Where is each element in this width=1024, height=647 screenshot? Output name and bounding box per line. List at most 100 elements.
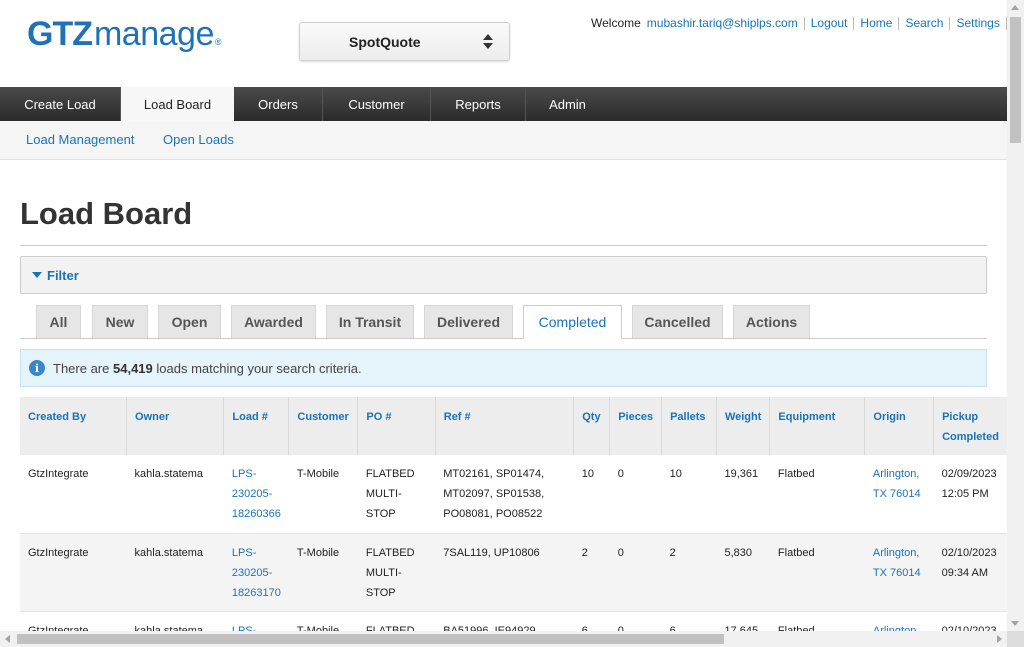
status-tab-in-transit[interactable]: In Transit xyxy=(326,305,414,338)
search-link[interactable]: Search xyxy=(905,16,943,30)
cell-pallets: 2 xyxy=(661,533,717,612)
scroll-right-arrow-icon[interactable] xyxy=(997,635,1002,643)
cell-po: FLATBED MULTI-STOP xyxy=(357,455,436,534)
column-header-owner[interactable]: Owner xyxy=(126,397,224,455)
cell-equipment: Flatbed xyxy=(769,611,865,631)
scrollbar-corner xyxy=(1007,631,1024,647)
loads-table: Created By Owner Load # Customer PO # Re… xyxy=(20,397,1007,631)
load-number-link[interactable]: LPS- xyxy=(223,611,289,631)
info-suffix: loads matching your search criteria. xyxy=(156,360,362,376)
column-header-equipment[interactable]: Equipment xyxy=(769,397,865,455)
status-tab-awarded[interactable]: Awarded xyxy=(231,305,316,338)
cell-owner: kahla.statema xyxy=(126,611,224,631)
cell-pickup-completed: 02/10/2023 xyxy=(933,611,1007,631)
info-icon: i xyxy=(29,360,45,376)
subnav-load-management[interactable]: Load Management xyxy=(26,132,134,147)
info-prefix: There are xyxy=(53,360,110,376)
cell-pieces: 0 xyxy=(609,611,662,631)
cell-owner: kahla.statema xyxy=(126,455,224,534)
status-tab-new[interactable]: New xyxy=(92,305,148,338)
cell-ref: MT02161, SP01474, MT02097, SP01538, PO08… xyxy=(435,455,574,534)
vertical-scrollbar[interactable] xyxy=(1007,0,1024,631)
column-header-weight[interactable]: Weight xyxy=(715,397,770,455)
nav-tab-load-board[interactable]: Load Board xyxy=(121,87,234,121)
logo-light-text: manage xyxy=(93,15,214,53)
top-links: Welcome mubashir.tariq@shiplps.com Logou… xyxy=(591,16,1007,30)
gtz-manage-logo[interactable]: GTZ manage ® xyxy=(27,15,222,55)
column-header-load[interactable]: Load # xyxy=(223,397,289,455)
app-selector-dropdown[interactable]: SpotQuote xyxy=(299,22,510,61)
app-selector-value: SpotQuote xyxy=(349,33,421,50)
filter-label: Filter xyxy=(47,267,79,283)
table-row[interactable]: GtzIntegrate kahla.statema LPS-230205-18… xyxy=(20,533,1007,612)
page-title: Load Board xyxy=(20,196,193,231)
column-header-pieces[interactable]: Pieces xyxy=(609,397,662,455)
column-header-customer[interactable]: Customer xyxy=(288,397,358,455)
status-tab-open[interactable]: Open xyxy=(158,305,221,338)
result-count: 54,419 xyxy=(113,360,153,376)
home-link[interactable]: Home xyxy=(860,16,892,30)
up-down-arrows-icon xyxy=(483,34,493,50)
settings-link[interactable]: Settings xyxy=(956,16,999,30)
column-header-qty[interactable]: Qty xyxy=(573,397,610,455)
horizontal-scrollbar[interactable] xyxy=(0,631,1007,647)
nav-tab-reports[interactable]: Reports xyxy=(431,87,526,121)
load-number-link[interactable]: LPS-230205-18263170 xyxy=(223,533,289,612)
divider xyxy=(898,16,900,30)
origin-link[interactable]: Arlington, TX 76014 xyxy=(864,455,934,534)
cell-pallets: 6 xyxy=(661,611,717,631)
cell-weight: 19,361 xyxy=(716,455,770,534)
scroll-left-arrow-icon[interactable] xyxy=(5,635,10,643)
logout-link[interactable]: Logout xyxy=(811,16,848,30)
cell-weight: 5,830 xyxy=(716,533,770,612)
divider xyxy=(853,16,855,30)
cell-po: FLATBED xyxy=(357,611,436,631)
cell-equipment: Flatbed xyxy=(769,455,865,534)
origin-link[interactable]: Arlington, TX 76014 xyxy=(864,533,934,612)
user-email-link[interactable]: mubashir.tariq@shiplps.com xyxy=(647,16,798,30)
cell-ref: 7SAL119, UP10806 xyxy=(435,533,574,612)
cell-pieces: 0 xyxy=(609,455,662,534)
cell-qty: 2 xyxy=(573,533,610,612)
cell-created-by: GtzIntegrate xyxy=(20,533,127,612)
table-row[interactable]: GtzIntegrate kahla.statema LPS- T-Mobile… xyxy=(20,611,1007,631)
cell-customer: T-Mobile xyxy=(288,533,358,612)
origin-link[interactable]: Arlington, xyxy=(864,611,934,631)
nav-tab-orders[interactable]: Orders xyxy=(234,87,323,121)
cell-ref: BA51996, IE94929 xyxy=(435,611,574,631)
scroll-up-arrow-icon[interactable] xyxy=(1011,5,1019,10)
column-header-origin[interactable]: Origin xyxy=(864,397,934,455)
results-info-banner: i There are 54,419 loads matching your s… xyxy=(20,349,987,387)
cell-pieces: 0 xyxy=(609,533,662,612)
status-tab-all[interactable]: All xyxy=(36,305,81,338)
cell-qty: 10 xyxy=(573,455,610,534)
cell-po: FLATBED MULTI-STOP xyxy=(357,533,436,612)
vertical-scroll-thumb[interactable] xyxy=(1010,17,1021,143)
table-row[interactable]: GtzIntegrate kahla.statema LPS-230205-18… xyxy=(20,455,1007,534)
column-header-created-by[interactable]: Created By xyxy=(20,397,127,455)
column-header-ref[interactable]: Ref # xyxy=(434,397,574,455)
logo-registered-mark: ® xyxy=(214,37,222,47)
column-header-pallets[interactable]: Pallets xyxy=(661,397,717,455)
filter-toggle[interactable]: Filter xyxy=(20,256,987,294)
subnav-open-loads[interactable]: Open Loads xyxy=(163,132,234,147)
divider xyxy=(949,16,951,30)
status-tab-completed[interactable]: Completed xyxy=(523,305,622,339)
column-header-po[interactable]: PO # xyxy=(357,397,436,455)
logo-bold-text: GTZ xyxy=(27,15,93,53)
status-tabs: All New Open Awarded In Transit Delivere… xyxy=(20,305,987,339)
nav-tab-admin[interactable]: Admin xyxy=(526,87,609,121)
cell-customer: T-Mobile xyxy=(288,455,358,534)
status-tab-delivered[interactable]: Delivered xyxy=(424,305,513,338)
load-number-link[interactable]: LPS-230205-18260366 xyxy=(223,455,289,534)
status-tab-actions[interactable]: Actions xyxy=(733,305,810,338)
column-header-pickup-completed[interactable]: Pickup Completed xyxy=(933,397,1007,455)
nav-tab-create-load[interactable]: Create Load xyxy=(0,87,121,121)
main-nav: Create Load Load Board Orders Customer R… xyxy=(0,87,1007,121)
nav-tab-customer[interactable]: Customer xyxy=(323,87,431,121)
scroll-down-arrow-icon[interactable] xyxy=(1011,621,1019,626)
status-tab-cancelled[interactable]: Cancelled xyxy=(632,305,723,338)
horizontal-scroll-thumb[interactable] xyxy=(17,634,724,644)
cell-weight: 17,645 xyxy=(716,611,770,631)
cell-created-by: GtzIntegrate xyxy=(20,455,127,534)
